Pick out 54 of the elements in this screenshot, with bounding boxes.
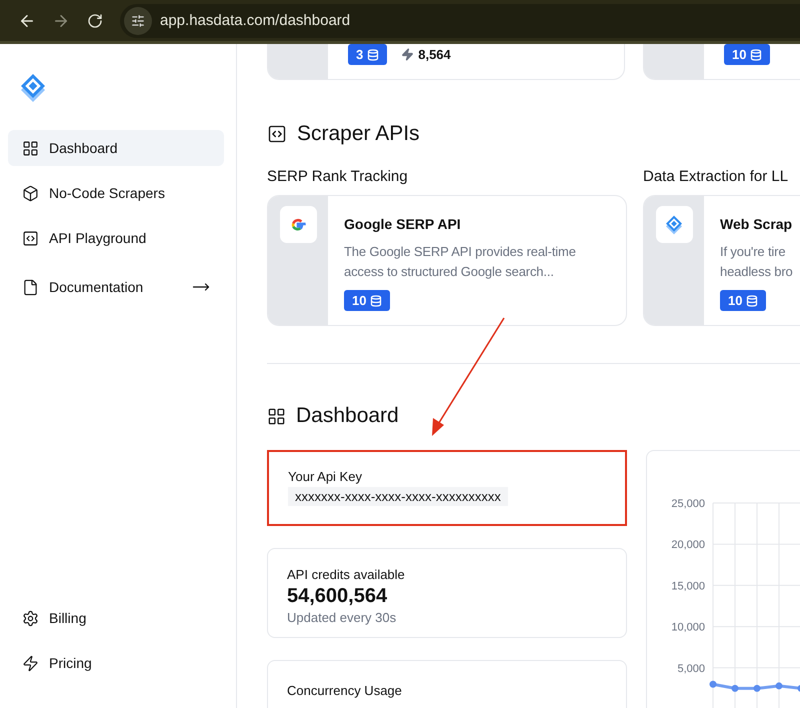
category-title: Data Extraction for LL: [643, 168, 790, 185]
code-icon: [22, 230, 39, 246]
coins-icon: [367, 48, 380, 60]
card-side-panel: [644, 44, 704, 79]
credits-value: 54,600,564: [287, 585, 388, 608]
document-icon: [22, 278, 39, 296]
requests-count: 8,564: [401, 44, 451, 65]
credits-badge: 10: [344, 290, 390, 311]
axis-tick-label: 20,000: [671, 539, 705, 552]
axis-tick-label: 15,000: [671, 580, 705, 592]
credits-badge: 3: [348, 44, 388, 65]
axis-tick-label: 25,000: [671, 498, 705, 510]
api-key-value: xxxxxxx-xxxx-xxxx-xxxx-xxxxxxxxxx: [288, 487, 508, 506]
sidebar-item[interactable]: API Playground: [8, 220, 224, 256]
code-icon: [267, 124, 287, 144]
sidebar-item[interactable]: Billing: [8, 600, 224, 636]
grid-icon: [267, 406, 286, 426]
address-bar[interactable]: app.hasdata.com/dashboard: [120, 4, 800, 38]
site-settings-button[interactable]: [124, 6, 152, 34]
settings-icon: [22, 610, 39, 626]
reload-icon: [87, 12, 103, 28]
card-title: Google SERP API: [344, 216, 461, 232]
sidebar-item[interactable]: No-Code Scrapers: [8, 175, 224, 211]
card-description: The Google SERP API provides real-time access to structured Google search...: [344, 243, 576, 281]
lightning-icon: [401, 48, 414, 61]
sidebar-item[interactable]: Pricing: [8, 645, 224, 681]
sidebar-item[interactable]: Documentation: [8, 269, 224, 305]
card-label: Concurrency Usage: [287, 683, 402, 698]
scraper-card[interactable]: Web Scrap If you're tire headless bro 10: [643, 195, 800, 326]
scraper-card[interactable]: 3 8,564: [267, 44, 625, 80]
coins-icon: [370, 294, 382, 306]
category-title: SERP Rank Tracking: [267, 168, 409, 185]
scraper-card[interactable]: 10: [643, 44, 800, 80]
coins-icon: [746, 294, 758, 306]
section-title: Dashboard: [296, 404, 399, 428]
card-description: If you're tire headless bro: [720, 243, 793, 281]
coins-icon: [750, 48, 762, 60]
axis-tick-label: 10,000: [671, 622, 705, 634]
credits-badge: 10: [724, 44, 770, 65]
credits-badge: 10: [720, 290, 766, 311]
sidebar-item[interactable]: Dashboard: [8, 130, 224, 166]
card-label: Your Api Key: [288, 469, 362, 484]
google-logo-icon: [290, 216, 306, 232]
cube-icon: [22, 184, 39, 202]
card-label: API credits available: [287, 567, 405, 582]
update-note: Updated every 30s: [287, 610, 396, 625]
grid-icon: [22, 140, 39, 156]
axis-tick-label: 5,000: [677, 662, 705, 675]
sliders-icon: [131, 14, 145, 28]
card-side-panel: [268, 44, 328, 79]
lightning-icon: [22, 654, 39, 672]
section-title: Scraper APIs: [297, 122, 420, 146]
scraper-card[interactable]: Google SERP API The Google SERP API provides real-time access to structured Google search... 10: [267, 195, 627, 326]
card-title: Web Scrap: [720, 216, 792, 232]
